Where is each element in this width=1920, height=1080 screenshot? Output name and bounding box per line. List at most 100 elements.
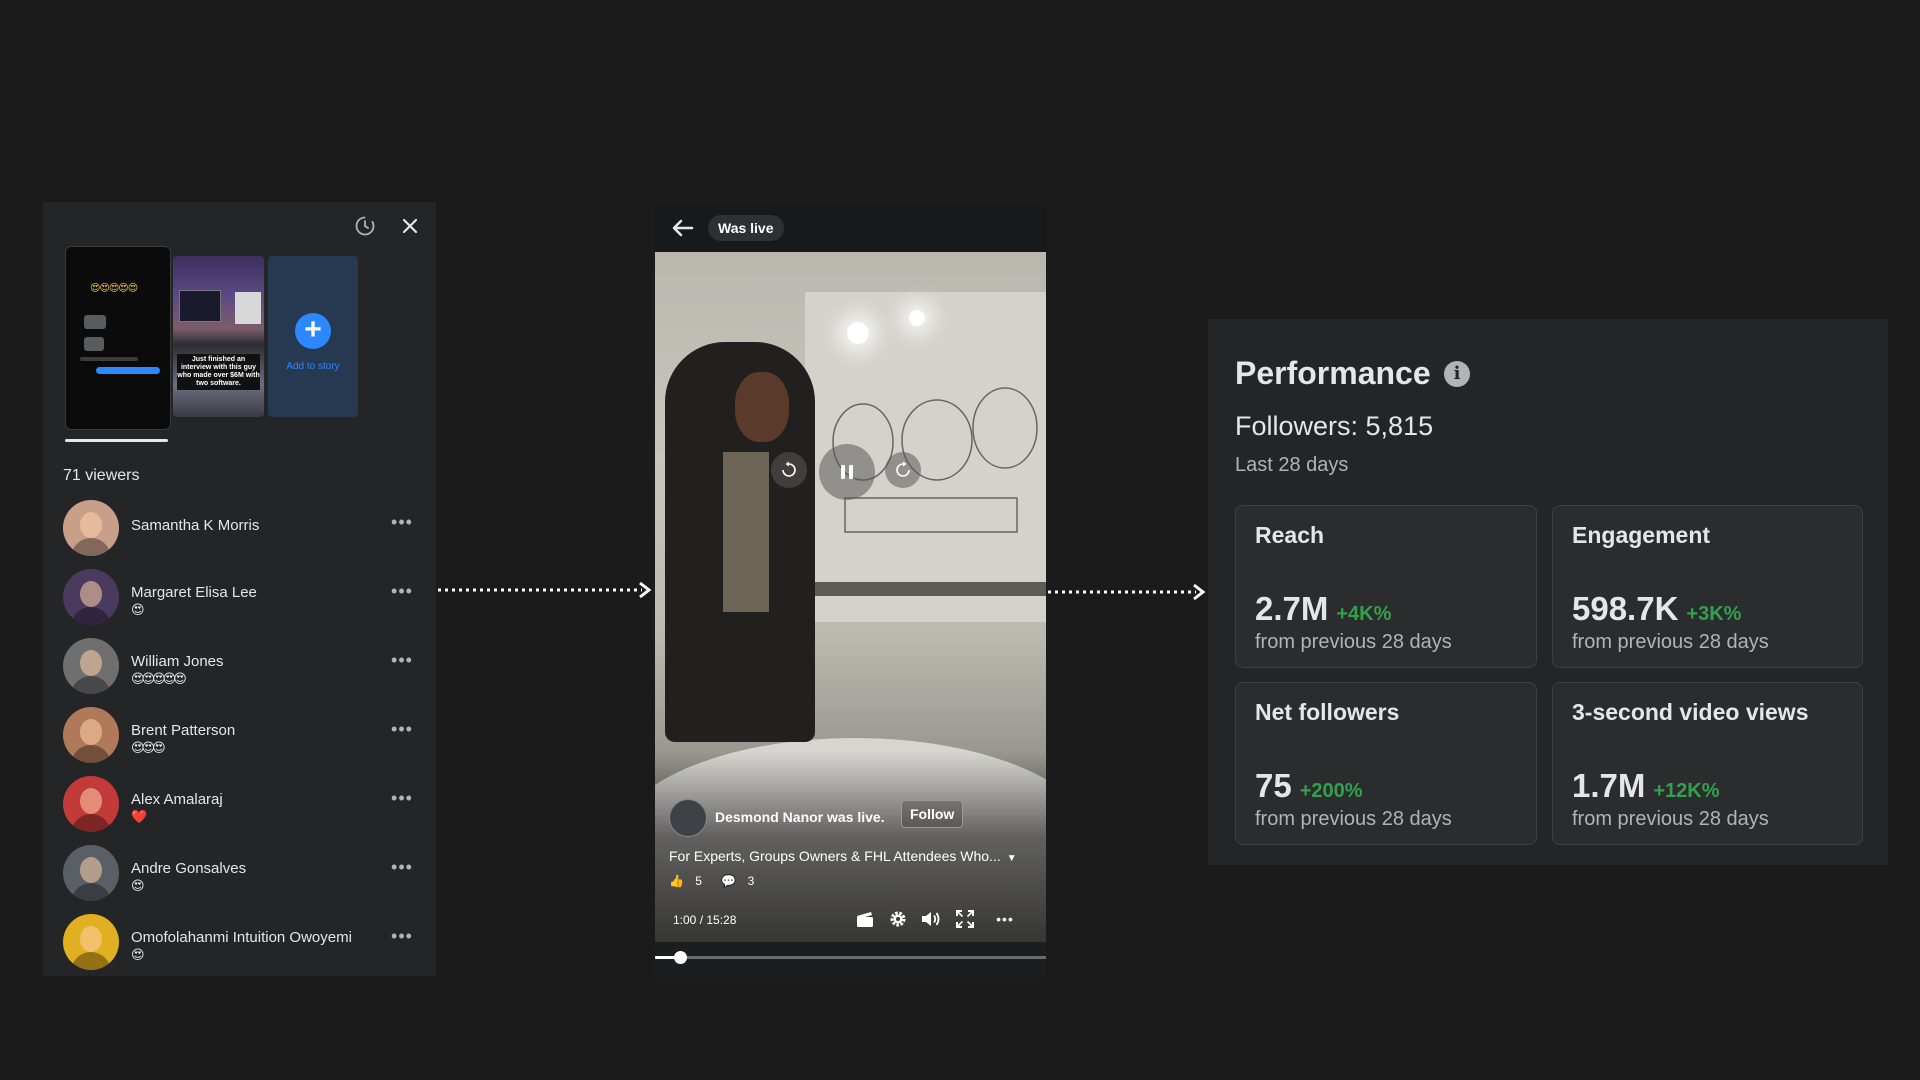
add-to-story-button[interactable]: + Add to story [268,256,358,417]
back-button[interactable] [669,214,697,242]
info-icon[interactable]: i [1444,361,1470,387]
video-frame[interactable]: Desmond Nanor was live. Follow For Exper… [655,252,1046,942]
viewer-avatar[interactable] [63,845,119,901]
viewer-avatar[interactable] [63,638,119,694]
emoji-reactions-graphic: 😍😍😍😍😍 [90,283,138,294]
viewer-row[interactable]: Alex Amalaraj ❤️ ••• [63,773,423,842]
viewer-name[interactable]: William Jones [131,653,224,670]
fullscreen-button[interactable] [951,905,979,933]
metric-value-number: 1.7M [1572,767,1646,804]
more-options-icon[interactable]: ••• [390,720,414,744]
more-options-button[interactable]: ••• [991,905,1019,933]
rewind-10-button[interactable] [771,452,807,488]
chat-bubble-graphic [84,337,104,351]
live-video-player: Was live Desmond Nanor was live. Follow … [655,204,1046,977]
follow-button[interactable]: Follow [901,800,964,828]
avatar-torso [71,952,111,970]
progress-bar[interactable] [655,951,1046,964]
viewer-name[interactable]: Margaret Elisa Lee [131,584,257,601]
more-options-icon[interactable]: ••• [390,513,414,537]
viewer-avatar[interactable] [63,776,119,832]
more-options-icon[interactable]: ••• [390,927,414,951]
viewer-avatar[interactable] [63,914,119,970]
avatar-face [80,650,102,676]
metric-change: +200% [1299,780,1363,802]
metric-card-net-followers[interactable]: Net followers 75 +200% from previous 28 d… [1235,682,1537,845]
presenter-shirt [723,452,769,612]
plus-icon: + [295,313,331,349]
streamer-avatar[interactable] [669,799,707,837]
metric-card-video-views[interactable]: 3-second video views 1.7M +12K% from prev… [1552,682,1863,845]
metric-value-number: 2.7M [1255,590,1329,627]
video-title-text: For Experts, Groups Owners & FHL Attende… [669,848,1001,864]
video-title[interactable]: For Experts, Groups Owners & FHL Attende… [669,848,1017,864]
ceiling-light [909,310,925,326]
speaker-icon [922,912,940,926]
settings-button[interactable] [884,905,912,933]
viewer-name[interactable]: Omofolahanmi Intuition Owoyemi [131,929,352,946]
metric-comparison: from previous 28 days [1255,631,1452,653]
close-button[interactable] [394,210,426,242]
pause-button[interactable] [819,444,875,500]
clip-button[interactable] [851,905,879,933]
viewer-row[interactable]: Andre Gonsalves 😍 ••• [63,842,423,911]
more-options-icon[interactable]: ••• [390,651,414,675]
forward-10-button[interactable] [885,452,921,488]
avatar-torso [71,676,111,694]
story-thumbnail[interactable]: Just finished an interview with this guy… [173,256,264,417]
pause-icon [841,465,853,479]
ceiling-light [847,322,869,344]
chat-reply-graphic [96,367,160,374]
metric-card-reach[interactable]: Reach 2.7M +4K% from previous 28 days [1235,505,1537,668]
followers-count: Followers: 5,815 [1235,411,1434,441]
viewer-row[interactable]: Samantha K Morris ••• [63,497,423,566]
story-viewers-panel: 😍😍😍😍😍 Just finished an interview with th… [43,202,436,976]
period-label: Last 28 days [1235,454,1349,476]
story-thumbnail-active[interactable]: 😍😍😍😍😍 [65,246,171,430]
comments-count: 3 [747,874,755,888]
viewer-row[interactable]: Omofolahanmi Intuition Owoyemi 😍 ••• [63,911,423,976]
close-icon [402,218,418,234]
viewer-avatar[interactable] [63,707,119,763]
viewer-avatar[interactable] [63,500,119,556]
viewer-row[interactable]: Brent Patterson 😍😍😍 ••• [63,704,423,773]
avatar-face [80,926,102,952]
viewer-name[interactable]: Andre Gonsalves [131,860,246,877]
viewer-name[interactable]: Alex Amalaraj [131,791,223,808]
metric-value: 2.7M +4K% [1255,590,1391,628]
viewer-row[interactable]: William Jones 😍😍😍😍😍 ••• [63,635,423,704]
rewind-icon [782,461,796,477]
clapperboard-icon [857,912,873,927]
avatar-face [80,512,102,538]
metric-change: +4K% [1336,603,1392,625]
thumbnail-caption: Just finished an interview with this guy… [177,354,260,390]
likes-stat: 👍 5 [669,874,710,888]
video-header: Was live [655,204,1046,252]
metric-value-number: 75 [1255,767,1292,804]
was-live-badge: Was live [708,215,784,241]
viewer-row[interactable]: Margaret Elisa Lee 😍 ••• [63,566,423,635]
presenter-head [735,372,789,442]
comment-icon: 💬 [721,874,737,888]
viewer-avatar[interactable] [63,569,119,625]
avatar-torso [71,883,111,901]
volume-button[interactable] [917,905,945,933]
avatar-face [80,857,102,883]
archive-history-button[interactable] [349,210,381,242]
viewer-name[interactable]: Brent Patterson [131,722,235,739]
performance-title: Performance [1235,355,1431,391]
performance-panel: Performance i Followers: 5,815 Last 28 d… [1208,319,1888,865]
progress-handle[interactable] [674,951,688,964]
whiteboard-drawing [832,387,1038,533]
comments-stat: 💬 3 [721,874,762,888]
avatar-torso [71,607,111,625]
more-options-icon[interactable]: ••• [390,582,414,606]
whiteboard-tray [805,582,1046,596]
more-options-icon[interactable]: ••• [390,789,414,813]
streamer-name[interactable]: Desmond Nanor was live. [715,809,885,825]
metric-card-engagement[interactable]: Engagement 598.7K +3K% from previous 28 d… [1552,505,1863,668]
metric-value-number: 598.7K [1572,590,1679,627]
viewer-name[interactable]: Samantha K Morris [131,517,259,534]
more-options-icon[interactable]: ••• [390,858,414,882]
clock-history-icon [355,216,375,236]
